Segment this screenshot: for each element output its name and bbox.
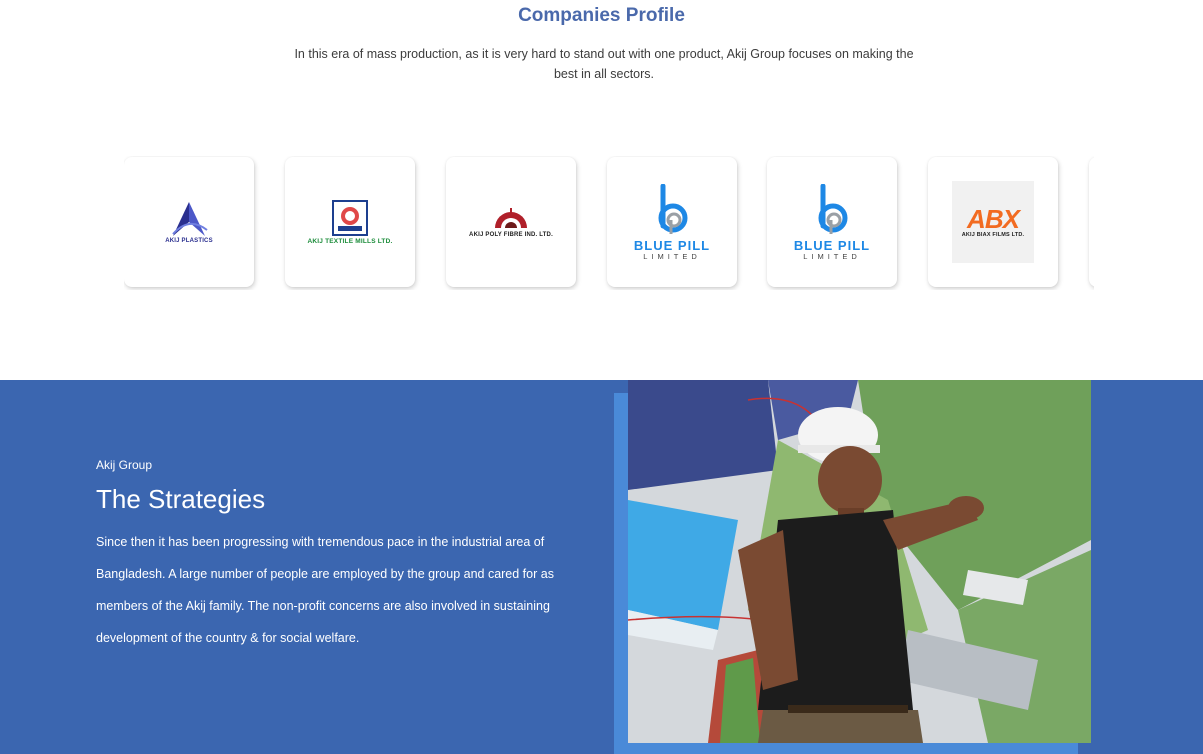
company-logo-text: AKIJ POLY FIBRE IND. LTD.: [469, 232, 553, 238]
section-title: Companies Profile: [518, 5, 685, 26]
strategies-photo: [628, 380, 1091, 743]
blue-pill-logo-icon: [658, 183, 688, 234]
page: Companies Profile In this era of mass pr…: [0, 0, 1203, 754]
company-card-akij-poly-fibre[interactable]: AKIJ POLY FIBRE IND. LTD.: [446, 157, 576, 287]
companies-carousel[interactable]: AKIJ PLASTICS AKIJ TEXTILE MILLS LTD. AK…: [124, 156, 1094, 290]
company-card-akij-textile[interactable]: AKIJ TEXTILE MILLS LTD.: [285, 157, 415, 287]
company-card-akij-plastics[interactable]: AKIJ PLASTICS: [124, 157, 254, 287]
company-logo-text: AKIJ TEXTILE MILLS LTD.: [307, 237, 393, 245]
akij-poly-fibre-logo-icon: [495, 208, 527, 228]
companies-profile-section: Companies Profile In this era of mass pr…: [0, 0, 1203, 380]
company-logo-subtext: LIMITED: [643, 251, 701, 261]
company-card-blue-pill[interactable]: BLUE PILL LIMITED: [607, 157, 737, 287]
company-logo-subtext: LIMITED: [803, 251, 861, 261]
abx-logo-box: ABX AKIJ BIAX FILMS LTD.: [952, 181, 1034, 263]
company-logo-text: AKIJ BIAX FILMS LTD.: [961, 232, 1025, 238]
strategies-body: Since then it has been progressing with …: [96, 535, 554, 645]
blue-pill-logo-icon: [818, 183, 848, 234]
company-card-blue-pill-2[interactable]: BLUE PILL LIMITED: [767, 157, 897, 287]
company-card-abx[interactable]: ABX AKIJ BIAX FILMS LTD.: [928, 157, 1058, 287]
company-logo-text: BLUE PILL: [793, 237, 871, 253]
akij-plastics-logo-icon: [172, 202, 208, 236]
akij-textile-logo-icon: [332, 199, 368, 236]
company-logo-text: AKIJ PLASTICS: [165, 238, 213, 244]
strategies-section: Akij Group The Strategies Since then it …: [0, 380, 1203, 754]
company-logo-text: BLUE PILL: [633, 237, 711, 253]
strategies-title: The Strategies: [96, 484, 266, 514]
site-model-illustration: [628, 380, 1091, 743]
section-eyebrow: Akij Group: [96, 458, 153, 472]
section-description: In this era of mass production, as it is…: [294, 47, 914, 81]
company-card-partial[interactable]: [1089, 157, 1094, 287]
abx-logo-icon: ABX: [967, 204, 1020, 234]
